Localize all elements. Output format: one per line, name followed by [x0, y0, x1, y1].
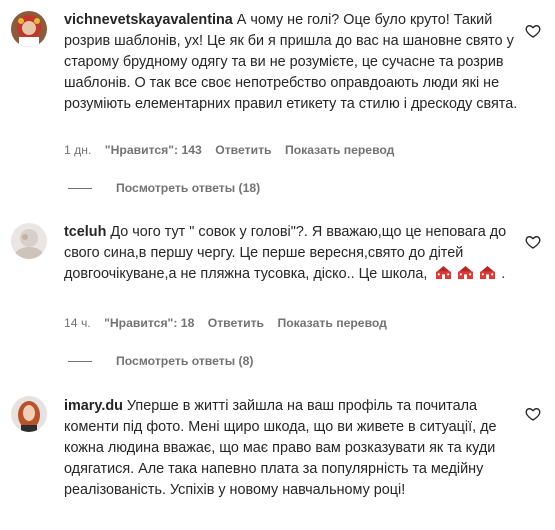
likes-count[interactable]: "Нравится": 143 — [105, 143, 202, 157]
username[interactable]: tceluh — [64, 224, 106, 240]
comment-meta: 1 дн. "Нравится": 143 Ответить Показать … — [64, 142, 404, 158]
heart-icon[interactable] — [525, 406, 541, 422]
translate-button[interactable]: Показать перевод — [277, 316, 386, 330]
comment-text: imary.du Уперше в житті зайшла на ваш про… — [64, 396, 519, 501]
school-icon — [480, 265, 496, 280]
timestamp: 1 дн. — [64, 143, 92, 157]
comment-body-end: . — [501, 266, 506, 282]
translate-button[interactable]: Показать перевод — [285, 143, 394, 157]
username[interactable]: vichnevetskayavalentina — [64, 12, 233, 28]
comment-body: Уперше в житті зайшла на ваш профіль та … — [64, 398, 497, 498]
avatar-blurred-icon — [11, 223, 47, 259]
user-avatar[interactable] — [11, 223, 47, 259]
view-replies-label: Посмотреть ответы (18) — [116, 181, 261, 195]
comment-text: tceluh До чого тут " совок у голові"?. Я … — [64, 222, 519, 285]
school-icon — [458, 265, 474, 280]
comment-text: vichnevetskayavalentina А чому не голі? О… — [64, 10, 519, 115]
divider-line — [68, 361, 92, 363]
likes-count[interactable]: "Нравится": 18 — [104, 316, 194, 330]
reply-button[interactable]: Ответить — [208, 316, 264, 330]
view-replies-label: Посмотреть ответы (8) — [116, 354, 254, 368]
timestamp: 14 ч. — [64, 316, 91, 330]
view-replies-button[interactable]: Посмотреть ответы (18) — [68, 180, 260, 196]
username[interactable]: imary.du — [64, 398, 123, 414]
comment-meta: 14 ч. "Нравится": 18 Ответить Показать п… — [64, 315, 397, 331]
school-icon — [436, 265, 452, 280]
view-replies-button[interactable]: Посмотреть ответы (8) — [68, 353, 253, 369]
divider-line — [68, 188, 92, 190]
user-avatar[interactable] — [11, 396, 47, 432]
avatar-woman-icon — [11, 11, 47, 47]
heart-icon[interactable] — [525, 23, 541, 39]
reply-button[interactable]: Ответить — [215, 143, 271, 157]
avatar-redhair-icon — [11, 396, 47, 432]
heart-icon[interactable] — [525, 234, 541, 250]
user-avatar[interactable] — [11, 11, 47, 47]
